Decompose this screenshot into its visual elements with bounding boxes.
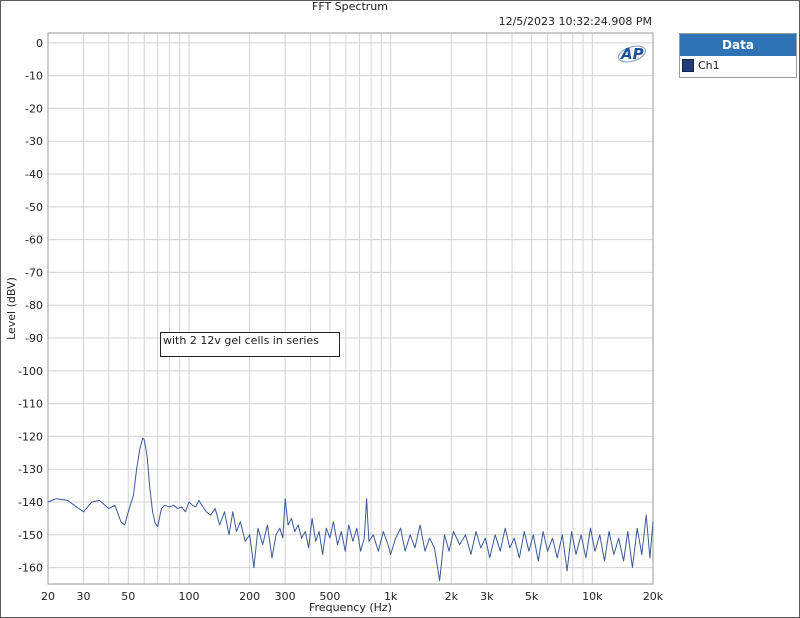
x-tick-label: 3k: [480, 590, 494, 603]
y-tick-label: -90: [25, 332, 43, 345]
y-tick-label: -20: [25, 102, 43, 115]
y-tick-label: -130: [18, 463, 43, 476]
legend-label: Ch1: [698, 59, 720, 72]
y-tick-label: -40: [25, 168, 43, 181]
annotation-box: with 2 12v gel cells in series: [160, 332, 340, 357]
legend-title: Data: [680, 34, 796, 56]
x-axis-label: Frequency (Hz): [309, 601, 392, 614]
y-tick-label: -120: [18, 430, 43, 443]
y-tick-label: -150: [18, 529, 43, 542]
y-tick-label: -110: [18, 398, 43, 411]
y-axis-label: Level (dBV): [5, 277, 18, 340]
x-tick-label: 2k: [445, 590, 459, 603]
plot-area: [48, 33, 653, 584]
y-tick-label: -160: [18, 562, 43, 575]
x-tick-label: 20: [41, 590, 55, 603]
y-tick-label: -10: [25, 70, 43, 83]
y-tick-label: -70: [25, 266, 43, 279]
x-tick-label: 20k: [643, 590, 664, 603]
y-tick-label: -50: [25, 201, 43, 214]
x-tick-label: 30: [77, 590, 91, 603]
x-tick-label: 50: [121, 590, 135, 603]
legend: Data Ch1: [679, 33, 797, 78]
svg-text:AP: AP: [620, 45, 644, 63]
y-tick-label: -80: [25, 299, 43, 312]
x-tick-label: 200: [239, 590, 260, 603]
y-tick-label: -140: [18, 496, 43, 509]
x-tick-label: 100: [178, 590, 199, 603]
x-tick-label: 10k: [582, 590, 603, 603]
y-tick-label: 0: [36, 37, 43, 50]
y-tick-label: -100: [18, 365, 43, 378]
x-tick-label: 300: [275, 590, 296, 603]
y-tick-label: -30: [25, 135, 43, 148]
ap-logo: AP: [616, 42, 648, 64]
legend-item-ch1[interactable]: Ch1: [680, 56, 796, 76]
legend-swatch: [682, 59, 694, 72]
x-tick-label: 5k: [525, 590, 539, 603]
y-tick-label: -60: [25, 234, 43, 247]
fft-chart: 0 -10 -20 -30 -40 -50 -60 -70 -80 -90 -100 -110 -120…: [5, 32, 664, 614]
